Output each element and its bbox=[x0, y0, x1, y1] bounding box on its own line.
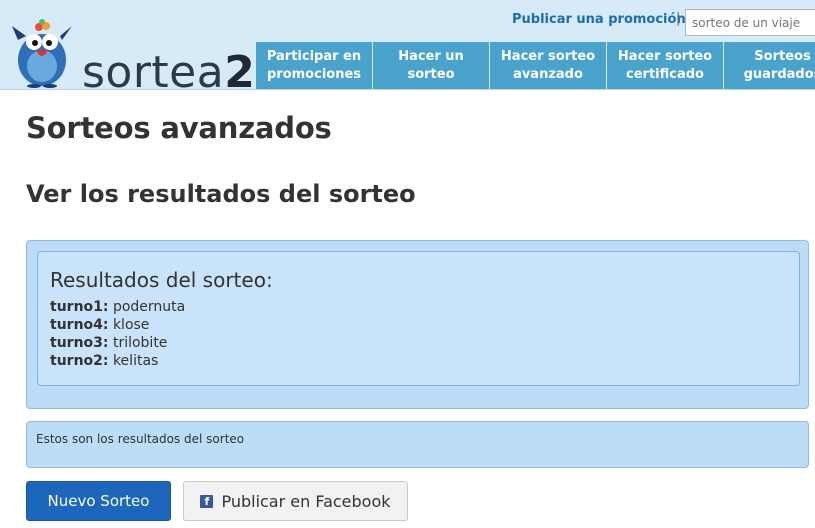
nav-make-draw[interactable]: Hacer un sorteo bbox=[373, 42, 490, 89]
new-draw-button[interactable]: Nuevo Sorteo bbox=[26, 481, 171, 521]
logo-wordmark: sortea2 bbox=[82, 48, 255, 98]
nav-certified-draw[interactable]: Hacer sorteo certificado bbox=[607, 42, 724, 89]
logo-text-main: sortea bbox=[82, 47, 225, 98]
page-subtitle: Ver los resultados del sorteo bbox=[26, 180, 416, 208]
mascot-icon bbox=[12, 19, 72, 88]
result-value: kelitas bbox=[112, 353, 159, 369]
result-key: turno2: bbox=[50, 353, 109, 369]
result-key: turno1: bbox=[50, 299, 109, 315]
result-item: turno3: trilobite bbox=[50, 334, 787, 352]
nav-advanced-draw[interactable]: Hacer sorteo avanzado bbox=[490, 42, 607, 89]
result-item: turno1: podernuta bbox=[50, 298, 787, 316]
publish-promotion-link[interactable]: Publicar una promoción bbox=[512, 12, 686, 27]
results-panel: Resultados del sorteo: turno1: podernuta… bbox=[26, 240, 809, 409]
page-title: Sorteos avanzados bbox=[26, 111, 332, 145]
result-value: trilobite bbox=[112, 335, 168, 351]
publish-facebook-label: Publicar en Facebook bbox=[221, 491, 391, 511]
search-input[interactable] bbox=[685, 9, 815, 36]
site-logo[interactable]: sortea2 bbox=[10, 18, 255, 98]
nav-saved-draws[interactable]: Sorteos guardados bbox=[724, 42, 815, 89]
result-item: turno2: kelitas bbox=[50, 352, 787, 370]
result-key: turno4: bbox=[50, 317, 109, 333]
publish-facebook-button[interactable]: f Publicar en Facebook bbox=[183, 481, 408, 521]
results-note: Estos son los resultados del sorteo bbox=[26, 421, 809, 468]
nav-participate[interactable]: Participar en promociones bbox=[256, 42, 373, 89]
header-separator: | bbox=[676, 11, 681, 26]
facebook-icon: f bbox=[200, 494, 214, 508]
result-value: podernuta bbox=[112, 299, 186, 315]
results-list: turno1: podernuta turno4: klose turno3: … bbox=[50, 298, 787, 370]
site-header: sortea2 Publicar una promoción | Partici… bbox=[0, 0, 815, 98]
logo-text-number: 2 bbox=[224, 47, 256, 98]
result-key: turno3: bbox=[50, 335, 109, 351]
results-box: Resultados del sorteo: turno1: podernuta… bbox=[37, 251, 800, 386]
result-value: klose bbox=[112, 317, 150, 333]
main-nav: Participar en promociones Hacer un sorte… bbox=[256, 42, 815, 89]
result-item: turno4: klose bbox=[50, 316, 787, 334]
results-title: Resultados del sorteo: bbox=[50, 268, 273, 292]
